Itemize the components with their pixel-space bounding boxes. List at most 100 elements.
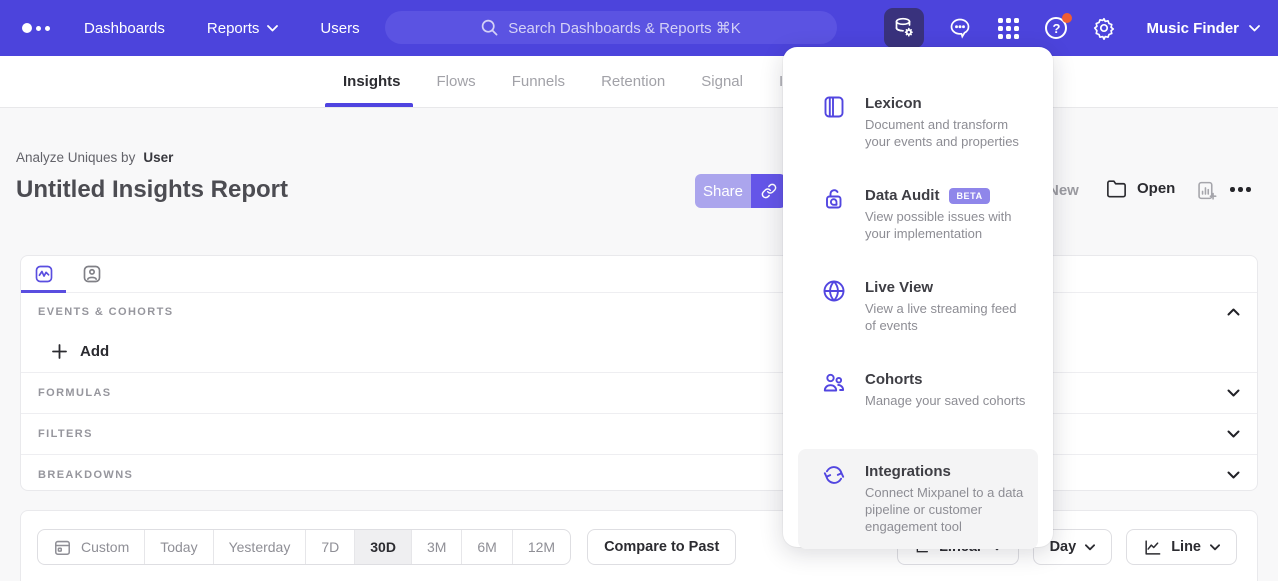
- add-event-button[interactable]: Add: [21, 331, 1257, 372]
- menu-item-data-audit[interactable]: Data Audit BETA View possible issues wit…: [798, 173, 1038, 265]
- link-icon: [761, 183, 777, 199]
- live-view-globe-icon: [822, 279, 846, 303]
- events-section-header[interactable]: EVENTS & COHORTS: [21, 293, 1257, 331]
- range-3m[interactable]: 3M: [411, 530, 461, 564]
- nav-link-users-label: Users: [320, 20, 359, 37]
- events-mode-tab[interactable]: [34, 264, 54, 284]
- tab-retention[interactable]: Retention: [601, 73, 665, 90]
- nav-link-reports-label: Reports: [207, 20, 260, 37]
- menu-item-title: Data Audit: [865, 187, 939, 204]
- menu-item-live-view[interactable]: Live View View a live streaming feed of …: [798, 265, 1038, 357]
- active-tab-underline: [325, 103, 413, 107]
- data-management-button[interactable]: [884, 8, 924, 48]
- active-mode-underline: [21, 290, 66, 293]
- query-builder-card: EVENTS & COHORTS Add FORMULAS FILTERS BR…: [20, 255, 1258, 491]
- open-report-button[interactable]: Open: [1106, 179, 1175, 198]
- nav-link-reports[interactable]: Reports: [207, 20, 279, 37]
- project-switcher[interactable]: Music Finder: [1146, 20, 1260, 37]
- analyze-prefix: Analyze Uniques by: [16, 150, 135, 165]
- nav-link-users[interactable]: Users: [320, 20, 359, 37]
- add-to-dashboard-button[interactable]: [1196, 180, 1217, 201]
- speech-bubble-icon: [948, 16, 972, 40]
- analyze-value[interactable]: User: [143, 150, 173, 165]
- report-tabbar: Insights Flows Funnels Retention Signal …: [0, 56, 1278, 108]
- copy-link-button[interactable]: [751, 174, 786, 208]
- tab-flows[interactable]: Flows: [437, 73, 476, 90]
- add-to-dashboard-icon: [1196, 180, 1217, 201]
- settings-button[interactable]: [1092, 16, 1116, 40]
- range-7d[interactable]: 7D: [305, 530, 354, 564]
- chevron-down-icon[interactable]: [1227, 430, 1240, 438]
- user-profile-icon: [82, 264, 102, 284]
- chevron-down-icon: [267, 25, 278, 32]
- chevron-down-icon: [1249, 25, 1260, 32]
- range-today[interactable]: Today: [144, 530, 212, 564]
- nav-link-dashboards[interactable]: Dashboards: [84, 20, 165, 37]
- more-options-button[interactable]: [1230, 187, 1251, 192]
- range-6m[interactable]: 6M: [461, 530, 511, 564]
- cohorts-people-icon: [822, 371, 846, 395]
- breakdowns-section-header[interactable]: BREAKDOWNS: [21, 455, 1257, 495]
- share-split-button: Share: [695, 174, 786, 208]
- query-mode-tabs: [21, 256, 1257, 293]
- chevron-down-icon[interactable]: [1227, 389, 1240, 397]
- tab-funnels[interactable]: Funnels: [512, 73, 565, 90]
- nav-link-dashboards-label: Dashboards: [84, 20, 165, 37]
- plus-icon: [52, 344, 67, 359]
- range-custom-label: Custom: [81, 539, 129, 555]
- tab-insights[interactable]: Insights: [343, 73, 401, 90]
- integrations-sync-icon: [822, 463, 846, 487]
- search-input[interactable]: Search Dashboards & Reports ⌘K: [385, 11, 837, 44]
- notification-dot: [1062, 13, 1072, 23]
- chart-type-label: Line: [1171, 539, 1201, 555]
- tab-signal[interactable]: Signal: [701, 73, 743, 90]
- chart-type-dropdown[interactable]: Line: [1126, 529, 1237, 565]
- chart-toolbar-card: Custom Today Yesterday 7D 30D 3M 6M 12M …: [20, 510, 1258, 581]
- project-name: Music Finder: [1146, 20, 1239, 37]
- apps-grid-button[interactable]: [996, 16, 1020, 40]
- messages-button[interactable]: [948, 16, 972, 40]
- compare-label: Compare to Past: [604, 539, 719, 555]
- chevron-down-icon: [1085, 544, 1095, 551]
- report-title[interactable]: Untitled Insights Report: [16, 176, 288, 204]
- data-management-menu: Lexicon Document and transform your even…: [783, 47, 1053, 547]
- beta-badge: BETA: [949, 188, 989, 204]
- apps-grid-icon: [998, 18, 1019, 39]
- users-mode-tab[interactable]: [82, 264, 102, 284]
- top-nav: Dashboards Reports Users Search Dashboar…: [0, 0, 1278, 56]
- menu-item-title: Lexicon: [865, 95, 922, 112]
- menu-item-desc: View a live streaming feed of events: [865, 300, 1026, 334]
- formulas-section-label: FORMULAS: [38, 387, 112, 399]
- chevron-up-icon[interactable]: [1227, 308, 1240, 316]
- lexicon-book-icon: [822, 95, 846, 119]
- mixpanel-logo-icon[interactable]: [22, 23, 50, 33]
- folder-icon: [1106, 179, 1127, 198]
- add-label: Add: [80, 343, 109, 360]
- formulas-section-header[interactable]: FORMULAS: [21, 373, 1257, 413]
- compare-to-past-button[interactable]: Compare to Past: [587, 529, 736, 565]
- menu-item-title: Live View: [865, 279, 933, 296]
- menu-item-desc: View possible issues with your implement…: [865, 208, 1026, 242]
- help-button[interactable]: ?: [1044, 16, 1068, 40]
- activity-chart-icon: [34, 264, 54, 284]
- menu-item-lexicon[interactable]: Lexicon Document and transform your even…: [798, 81, 1038, 173]
- chevron-down-icon: [1210, 544, 1220, 551]
- range-30d[interactable]: 30D: [354, 530, 411, 564]
- range-yesterday[interactable]: Yesterday: [213, 530, 306, 564]
- range-12m[interactable]: 12M: [512, 530, 570, 564]
- chevron-down-icon[interactable]: [1227, 471, 1240, 479]
- line-chart-icon: [1143, 538, 1162, 557]
- menu-item-desc: Connect Mixpanel to a data pipeline or c…: [865, 484, 1026, 535]
- calendar-icon: [53, 538, 72, 557]
- range-custom[interactable]: Custom: [38, 530, 144, 564]
- search-placeholder: Search Dashboards & Reports ⌘K: [508, 19, 741, 37]
- events-section-label: EVENTS & COHORTS: [38, 306, 173, 318]
- open-label: Open: [1137, 180, 1175, 197]
- menu-item-integrations[interactable]: Integrations Connect Mixpanel to a data …: [798, 449, 1038, 549]
- filters-section-header[interactable]: FILTERS: [21, 414, 1257, 454]
- menu-item-cohorts[interactable]: Cohorts Manage your saved cohorts: [798, 357, 1038, 449]
- menu-item-desc: Manage your saved cohorts: [865, 392, 1025, 409]
- interval-label: Day: [1050, 539, 1077, 555]
- data-audit-lock-icon: [822, 187, 846, 211]
- share-button[interactable]: Share: [695, 174, 751, 208]
